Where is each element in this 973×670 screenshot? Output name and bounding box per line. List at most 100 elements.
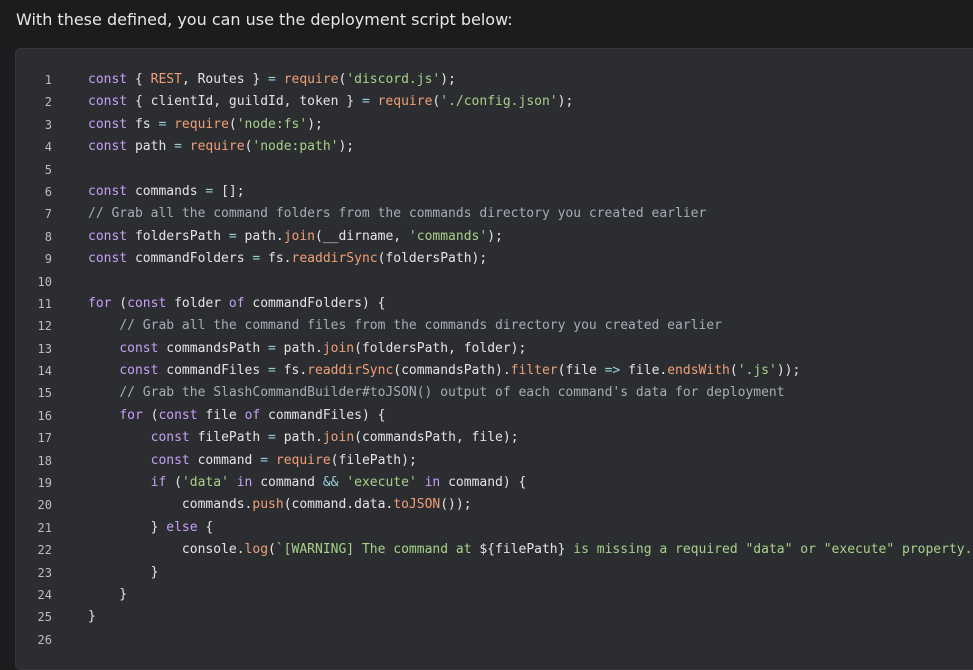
code-token: const — [150, 452, 190, 468]
code-line: 5 — [16, 159, 973, 181]
code-token: = — [361, 94, 370, 110]
code-token: readdirSync — [307, 363, 394, 379]
code-text: const commands = []; — [88, 181, 245, 203]
code-token: fs. — [275, 363, 308, 379]
code-token: join — [283, 228, 315, 244]
code-token: in — [236, 475, 253, 491]
code-token: require — [189, 139, 245, 155]
code-token: ); — [487, 228, 503, 244]
code-text: // Grab all the command files from the c… — [88, 315, 722, 337]
code-token: && — [322, 475, 339, 491]
code-token: (filePath); — [330, 452, 417, 468]
code-line: 12 // Grab all the command files from th… — [16, 315, 973, 337]
code-token: (commandsPath, file); — [354, 430, 519, 446]
code-token: push — [252, 497, 284, 513]
code-token: 'node:fs' — [236, 116, 308, 132]
code-token: join — [322, 340, 355, 356]
code-token: []; — [213, 183, 245, 199]
line-number: 8 — [44, 229, 52, 244]
code-token: readdirSync — [291, 251, 378, 267]
code-token: commandsPath — [158, 340, 269, 356]
code-line: 13 const commandsPath = path.join(folder… — [16, 338, 973, 360]
code-token: = — [268, 72, 276, 87]
line-number: 23 — [37, 565, 52, 580]
code-token: = — [268, 340, 276, 356]
code-line: 21 } else { — [16, 517, 973, 539]
code-token: 'discord.js' — [346, 72, 441, 87]
code-text: // Grab all the command folders from the… — [88, 203, 706, 225]
code-line: 2 const { clientId, guildId, token } = re… — [16, 91, 973, 113]
code-token: } — [88, 609, 96, 625]
code-line: 8 const foldersPath = path.join(__dirname… — [16, 226, 973, 248]
code-block[interactable]: 1 const { REST, Routes } = require('disco… — [15, 48, 973, 670]
code-token: (file — [557, 363, 605, 379]
line-number: 16 — [37, 408, 52, 423]
line-number: 2 — [44, 95, 52, 110]
code-token: commandFolders — [127, 251, 253, 267]
code-token: const — [88, 116, 128, 132]
line-number: 9 — [44, 252, 52, 267]
code-line: 16 for (const file of commandFiles) { — [16, 405, 973, 427]
code-line: 1 const { REST, Routes } = require('disco… — [16, 69, 973, 91]
code-token: path — [127, 139, 175, 155]
code-text: const foldersPath = path.join(__dirname,… — [88, 226, 503, 248]
code-token: for — [119, 407, 143, 423]
code-token: file — [197, 407, 245, 423]
code-token: // Grab all the command folders from the… — [88, 206, 707, 222]
code-token: = — [268, 363, 276, 379]
code-token: const — [158, 407, 198, 423]
code-line: 22 console.log(`[WARNING] The command at… — [16, 539, 973, 561]
code-text: console.log(`[WARNING] The command at ${… — [88, 539, 973, 561]
line-number: 25 — [37, 610, 52, 625]
code-text: if ('data' in command && 'execute' in co… — [88, 472, 527, 494]
code-token: ( — [166, 475, 182, 491]
code-token: require — [174, 116, 229, 132]
code-token: for — [88, 295, 112, 311]
line-number: 17 — [37, 431, 52, 446]
code-token: ( — [228, 116, 237, 132]
code-text: } — [88, 606, 96, 628]
line-number: 3 — [44, 117, 52, 132]
code-token: fs — [127, 116, 159, 132]
code-token: 'data' — [181, 475, 229, 491]
code-token: const — [88, 139, 128, 155]
line-number: 15 — [37, 386, 52, 401]
code-text: } else { — [88, 517, 214, 539]
code-token: = — [174, 139, 182, 155]
code-token: ( — [111, 295, 128, 311]
code-token: const — [88, 183, 128, 199]
code-line: 19 if ('data' in command && 'execute' in… — [16, 472, 973, 494]
code-token: require — [377, 94, 433, 110]
code-text: commands.push(command.data.toJSON()); — [88, 494, 472, 516]
line-number: 26 — [37, 632, 52, 647]
code-text: const path = require('node:path'); — [88, 136, 354, 158]
code-lines: 1 const { REST, Routes } = require('disco… — [16, 69, 973, 651]
line-number: 4 — [44, 140, 52, 155]
code-text: } — [88, 562, 159, 584]
code-token: const — [127, 295, 167, 311]
code-text: for (const file of commandFiles) { — [88, 405, 385, 427]
code-token: require — [283, 72, 339, 87]
code-line: 11 for (const folder of commandFolders) { — [16, 293, 973, 315]
code-line: 3 const fs = require('node:fs'); — [16, 114, 973, 136]
code-line: 17 const filePath = path.join(commandsPa… — [16, 427, 973, 449]
code-token: 'commands' — [408, 228, 488, 244]
code-token: commands. — [88, 497, 253, 513]
code-line: 7 // Grab all the command folders from th… — [16, 203, 973, 225]
line-number: 12 — [37, 319, 52, 334]
code-token: (commandsPath). — [393, 363, 511, 379]
code-token: } — [88, 564, 159, 580]
code-token: foldersPath — [127, 228, 229, 244]
code-token: const — [88, 72, 128, 87]
